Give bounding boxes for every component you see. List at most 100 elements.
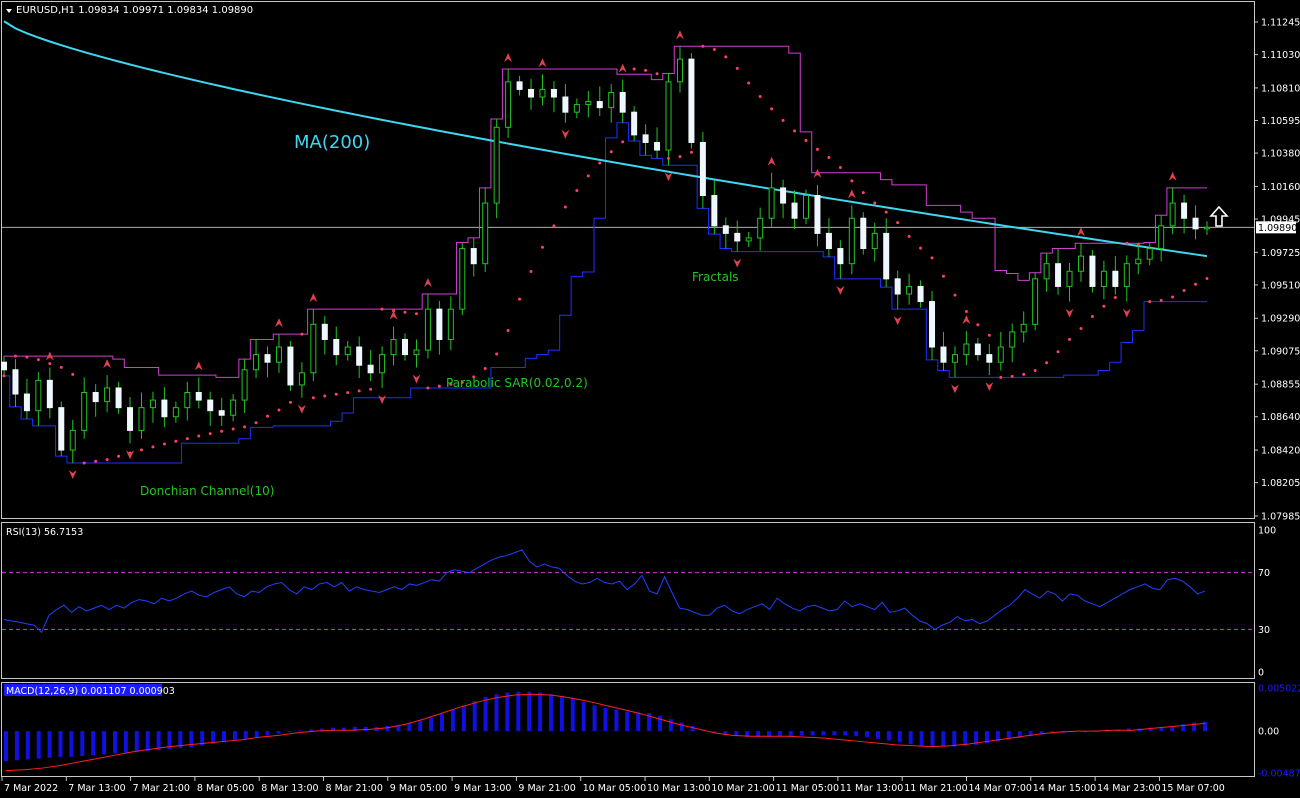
sar-dot: [117, 454, 121, 458]
candle-body: [402, 338, 408, 356]
macd-histogram-bar: [232, 731, 237, 741]
candle-body: [482, 202, 489, 265]
macd-histogram-bar: [418, 720, 423, 732]
candle-body: [1192, 217, 1199, 230]
sar-dot: [793, 129, 797, 133]
sar-dot: [930, 256, 934, 260]
price-tick-label: 1.09725: [1261, 248, 1300, 259]
macd-histogram-bar: [123, 731, 128, 753]
sar-dot: [1194, 282, 1198, 286]
macd-histogram-bar: [483, 696, 488, 732]
macd-histogram-bar: [80, 731, 85, 757]
macd-histogram-bar: [363, 726, 368, 732]
sar-dot: [632, 67, 636, 71]
macd-histogram-bar: [559, 695, 564, 732]
price-tick-label: 1.08855: [1261, 380, 1300, 391]
sar-dot: [815, 147, 819, 151]
sar-dot: [861, 191, 865, 195]
candle-body: [390, 338, 397, 356]
candle-body: [1043, 263, 1050, 280]
time-tick-label: 8 Mar 05:00: [197, 783, 254, 794]
price-tick-label: 1.11030: [1261, 50, 1300, 61]
macd-histogram-bar: [461, 705, 466, 732]
macd-histogram-bar: [113, 731, 117, 754]
sar-dot: [621, 140, 625, 144]
macd-histogram-bar: [91, 731, 96, 756]
price-tick-label: 1.08640: [1261, 412, 1300, 423]
candle-body: [803, 195, 809, 219]
macd-histogram-bar: [930, 731, 935, 747]
sar-dot: [506, 329, 510, 333]
price-tick-label: 1.11245: [1261, 18, 1300, 29]
sar-dot: [82, 461, 86, 465]
sar-dot: [873, 201, 877, 205]
candle-body: [883, 232, 890, 280]
sar-dot: [667, 156, 671, 160]
macd-histogram-bar: [908, 731, 913, 745]
candle-body: [115, 387, 122, 409]
sar-dot: [586, 174, 590, 178]
time-tick-label: 10 Mar 05:00: [583, 783, 646, 794]
price-axis: 1.11245 1.11030 1.10810 1.10595 1.10380 1.101…: [1254, 18, 1300, 523]
candle-body: [1123, 263, 1130, 287]
candle-body: [69, 429, 76, 451]
sar-dot: [1045, 361, 1049, 365]
candle-body: [768, 187, 775, 219]
macd-histogram-bar: [243, 731, 248, 739]
macd-histogram-bar: [886, 731, 891, 741]
sar-dot: [254, 421, 258, 425]
sar-dot: [563, 205, 567, 209]
sar-dot: [162, 442, 166, 446]
macd-histogram-bar: [658, 715, 662, 732]
candle-body: [860, 217, 867, 250]
price-tick-label: 1.10810: [1261, 83, 1300, 94]
candle-body: [711, 195, 718, 227]
macd-histogram-bar: [47, 731, 52, 758]
candle-body: [631, 111, 638, 136]
sar-dot: [781, 118, 785, 122]
candle-body: [608, 91, 615, 109]
candle-body: [848, 217, 855, 265]
candle-body: [951, 354, 958, 363]
sar-dot: [1079, 326, 1083, 330]
macd-title: MACD(12,26,9) 0.001107 0.000903: [6, 686, 175, 697]
macd-histogram-bar: [102, 731, 107, 755]
candle-body: [562, 96, 569, 113]
sar-dot: [323, 394, 327, 398]
candle-body: [573, 104, 580, 113]
sar-dot: [850, 179, 854, 183]
sar-dot: [804, 138, 808, 142]
candle-body: [745, 237, 752, 242]
time-tick-label: 14 Mar 07:00: [969, 783, 1032, 794]
sar-dot: [758, 95, 762, 99]
time-tick-label: 7 Mar 21:00: [133, 783, 190, 794]
candle-body: [505, 81, 512, 128]
sar-dot: [59, 365, 63, 369]
time-tick-label: 11 Mar 21:00: [904, 783, 967, 794]
candle-body: [127, 407, 134, 431]
sar-dot: [1148, 300, 1152, 304]
macd-histogram-bar: [788, 731, 793, 737]
candle-body: [470, 248, 477, 265]
macd-tick-label: 0.00: [1258, 727, 1279, 738]
candle-body: [230, 399, 237, 416]
macd-histogram-bar: [636, 712, 641, 732]
candle-body: [986, 354, 993, 363]
sar-dot: [518, 297, 522, 301]
sar-dot: [266, 414, 270, 418]
macd-histogram-bar: [25, 731, 30, 760]
sar-dot: [552, 224, 556, 228]
candle-body: [1169, 202, 1176, 227]
macd-histogram-bar: [429, 717, 434, 732]
candle-body: [104, 387, 111, 403]
candle-body: [734, 232, 741, 242]
candle-body: [528, 88, 535, 98]
macd-histogram-bar: [854, 731, 859, 737]
sar-dot: [964, 310, 968, 314]
time-tick-label: 15 Mar 07:00: [1161, 783, 1224, 794]
macd-histogram-bar: [668, 719, 673, 732]
candle-body: [58, 407, 65, 451]
macd-histogram-bar: [156, 731, 161, 751]
time-tick-label: 8 Mar 21:00: [326, 783, 383, 794]
sar-dot: [311, 396, 315, 400]
